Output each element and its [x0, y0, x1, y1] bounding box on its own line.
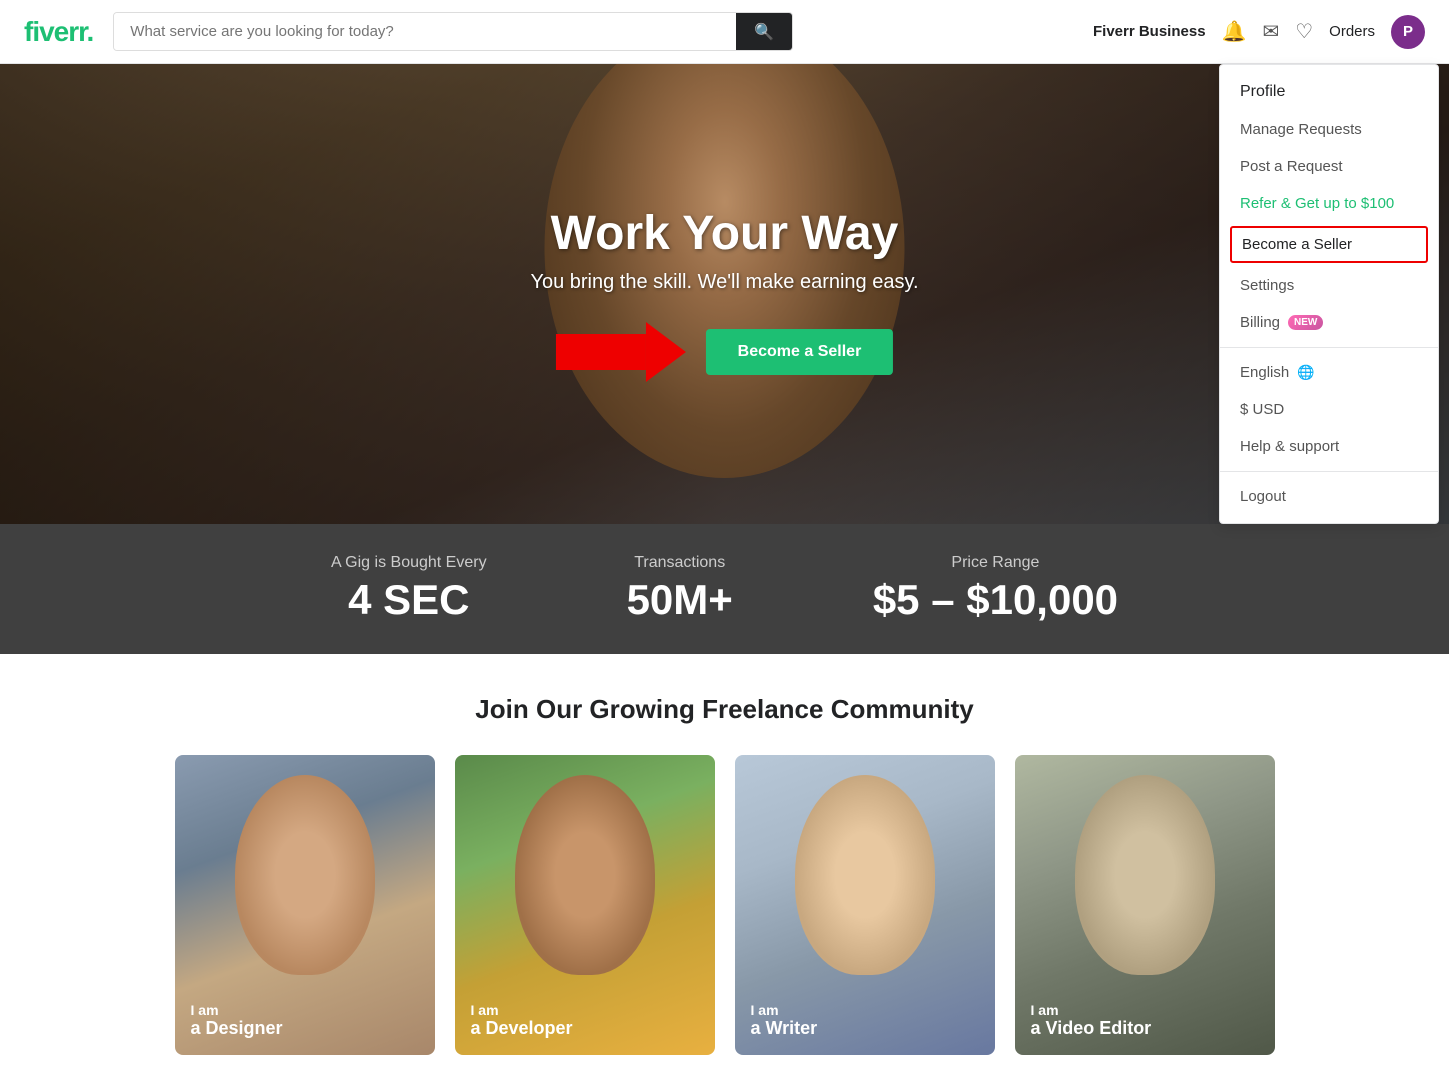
menu-item-logout[interactable]: Logout: [1220, 478, 1438, 515]
card-developer-label: I am a Developer: [471, 1002, 573, 1039]
stat-price: Price Range $5 – $10,000: [873, 554, 1118, 624]
red-arrow: [556, 322, 686, 382]
fiverr-business-link[interactable]: Fiverr Business: [1093, 23, 1206, 40]
stat-price-value: $5 – $10,000: [873, 576, 1118, 624]
community-section: Join Our Growing Freelance Community I a…: [0, 654, 1449, 1085]
avatar[interactable]: P: [1391, 15, 1425, 49]
stat-transactions-value: 50M+: [627, 576, 733, 624]
community-title: Join Our Growing Freelance Community: [60, 694, 1389, 725]
stat-gig-value: 4 SEC: [331, 576, 487, 624]
community-cards: I am a Designer I am a Developer I am a …: [60, 755, 1389, 1055]
stat-gig: A Gig is Bought Every 4 SEC: [331, 554, 487, 624]
search-bar: 🔍: [113, 12, 793, 51]
logo[interactable]: fiverr.: [24, 16, 93, 48]
card-video-editor-face: [1075, 775, 1215, 975]
card-developer-label-bottom: a Developer: [471, 1018, 573, 1039]
menu-item-help[interactable]: Help & support: [1220, 428, 1438, 465]
card-video-editor-label: I am a Video Editor: [1031, 1002, 1152, 1039]
search-icon: 🔍: [754, 24, 774, 41]
card-designer-label-bottom: a Designer: [191, 1018, 283, 1039]
logo-text: fiverr: [24, 16, 87, 47]
card-writer-label-top: I am: [751, 1002, 818, 1018]
menu-item-settings[interactable]: Settings: [1220, 267, 1438, 304]
menu-item-become-seller[interactable]: Become a Seller: [1230, 226, 1428, 263]
hero-subtitle: You bring the skill. We'll make earning …: [530, 271, 918, 294]
arrow-body: [556, 334, 646, 370]
globe-icon: 🌐: [1297, 364, 1314, 381]
dropdown-menu: Profile Manage Requests Post a Request R…: [1219, 64, 1439, 524]
card-writer-label: I am a Writer: [751, 1002, 818, 1039]
billing-new-badge: NEW: [1288, 315, 1323, 330]
notifications-icon[interactable]: 🔔: [1222, 19, 1247, 44]
menu-item-profile[interactable]: Profile: [1220, 73, 1438, 111]
menu-divider-2: [1220, 471, 1438, 472]
card-developer-label-top: I am: [471, 1002, 573, 1018]
hero-become-seller-button[interactable]: Become a Seller: [706, 329, 894, 375]
card-designer-label-top: I am: [191, 1002, 283, 1018]
header-nav: Fiverr Business 🔔 ✉ ♡ Orders P: [1093, 15, 1425, 49]
arrow-head: [646, 322, 686, 382]
menu-item-post-request[interactable]: Post a Request: [1220, 148, 1438, 185]
card-writer-label-bottom: a Writer: [751, 1018, 818, 1039]
stat-price-label: Price Range: [873, 554, 1118, 572]
community-card-writer[interactable]: I am a Writer: [735, 755, 995, 1055]
card-designer-label: I am a Designer: [191, 1002, 283, 1039]
menu-item-manage-requests[interactable]: Manage Requests: [1220, 111, 1438, 148]
menu-item-billing[interactable]: Billing NEW: [1220, 304, 1438, 341]
stat-gig-label: A Gig is Bought Every: [331, 554, 487, 572]
card-video-editor-label-top: I am: [1031, 1002, 1152, 1018]
search-input[interactable]: [114, 13, 736, 50]
card-developer-face: [515, 775, 655, 975]
card-writer-face: [795, 775, 935, 975]
search-button[interactable]: 🔍: [736, 13, 792, 50]
card-video-editor-label-bottom: a Video Editor: [1031, 1018, 1152, 1039]
menu-item-english[interactable]: English 🌐: [1220, 354, 1438, 391]
stat-transactions: Transactions 50M+: [627, 554, 733, 624]
community-card-developer[interactable]: I am a Developer: [455, 755, 715, 1055]
orders-link[interactable]: Orders: [1329, 23, 1375, 40]
stat-transactions-label: Transactions: [627, 554, 733, 572]
logo-dot: .: [87, 16, 94, 47]
stats-bar: A Gig is Bought Every 4 SEC Transactions…: [0, 524, 1449, 654]
hero-content: Work Your Way You bring the skill. We'll…: [530, 206, 918, 382]
community-card-designer[interactable]: I am a Designer: [175, 755, 435, 1055]
wishlist-icon[interactable]: ♡: [1295, 19, 1313, 44]
hero-cta-row: Become a Seller: [530, 322, 918, 382]
menu-item-usd[interactable]: $ USD: [1220, 391, 1438, 428]
card-designer-face: [235, 775, 375, 975]
community-card-video-editor[interactable]: I am a Video Editor: [1015, 755, 1275, 1055]
header: fiverr. 🔍 Fiverr Business 🔔 ✉ ♡ Orders P…: [0, 0, 1449, 64]
menu-item-refer[interactable]: Refer & Get up to $100: [1220, 185, 1438, 222]
messages-icon[interactable]: ✉: [1262, 19, 1279, 44]
hero-title: Work Your Way: [530, 206, 918, 261]
menu-divider: [1220, 347, 1438, 348]
